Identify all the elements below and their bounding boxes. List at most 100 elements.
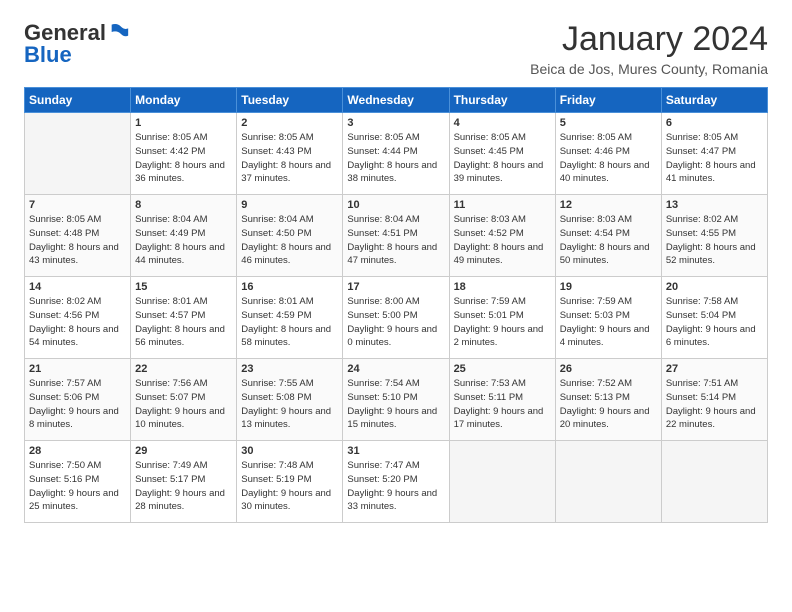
day-cell: 8 Sunrise: 8:04 AMSunset: 4:49 PMDaylight…: [131, 195, 237, 277]
day-info: Sunrise: 8:05 AMSunset: 4:44 PMDaylight:…: [347, 132, 437, 184]
calendar-table: SundayMondayTuesdayWednesdayThursdayFrid…: [24, 87, 768, 523]
col-header-thursday: Thursday: [449, 88, 555, 113]
day-cell: 15 Sunrise: 8:01 AMSunset: 4:57 PMDayligh…: [131, 277, 237, 359]
day-number: 30: [241, 445, 338, 457]
month-title: January 2024: [530, 20, 768, 59]
day-cell: 9 Sunrise: 8:04 AMSunset: 4:50 PMDaylight…: [237, 195, 343, 277]
day-info: Sunrise: 8:04 AMSunset: 4:49 PMDaylight:…: [135, 214, 225, 266]
day-number: 12: [560, 199, 657, 211]
day-number: 2: [241, 117, 338, 129]
day-number: 7: [29, 199, 126, 211]
col-header-saturday: Saturday: [661, 88, 767, 113]
day-info: Sunrise: 7:49 AMSunset: 5:17 PMDaylight:…: [135, 460, 225, 512]
day-number: 8: [135, 199, 232, 211]
day-cell: 7 Sunrise: 8:05 AMSunset: 4:48 PMDaylight…: [25, 195, 131, 277]
day-cell: 28 Sunrise: 7:50 AMSunset: 5:16 PMDayligh…: [25, 441, 131, 523]
day-number: 17: [347, 281, 444, 293]
day-cell: 6 Sunrise: 8:05 AMSunset: 4:47 PMDaylight…: [661, 113, 767, 195]
day-info: Sunrise: 8:01 AMSunset: 4:57 PMDaylight:…: [135, 296, 225, 348]
day-info: Sunrise: 7:58 AMSunset: 5:04 PMDaylight:…: [666, 296, 756, 348]
day-info: Sunrise: 8:03 AMSunset: 4:52 PMDaylight:…: [454, 214, 544, 266]
day-info: Sunrise: 7:59 AMSunset: 5:03 PMDaylight:…: [560, 296, 650, 348]
day-cell: 27 Sunrise: 7:51 AMSunset: 5:14 PMDayligh…: [661, 359, 767, 441]
day-info: Sunrise: 7:52 AMSunset: 5:13 PMDaylight:…: [560, 378, 650, 430]
logo: General Blue: [24, 20, 130, 68]
day-number: 20: [666, 281, 763, 293]
day-number: 16: [241, 281, 338, 293]
day-number: 29: [135, 445, 232, 457]
day-number: 23: [241, 363, 338, 375]
day-cell: 2 Sunrise: 8:05 AMSunset: 4:43 PMDaylight…: [237, 113, 343, 195]
day-cell: 14 Sunrise: 8:02 AMSunset: 4:56 PMDayligh…: [25, 277, 131, 359]
day-number: 13: [666, 199, 763, 211]
day-cell: 30 Sunrise: 7:48 AMSunset: 5:19 PMDayligh…: [237, 441, 343, 523]
day-info: Sunrise: 8:02 AMSunset: 4:55 PMDaylight:…: [666, 214, 756, 266]
week-row-3: 14 Sunrise: 8:02 AMSunset: 4:56 PMDayligh…: [25, 277, 768, 359]
day-cell: 25 Sunrise: 7:53 AMSunset: 5:11 PMDayligh…: [449, 359, 555, 441]
day-info: Sunrise: 8:05 AMSunset: 4:43 PMDaylight:…: [241, 132, 331, 184]
day-number: 28: [29, 445, 126, 457]
day-number: 5: [560, 117, 657, 129]
day-cell: [449, 441, 555, 523]
day-cell: 13 Sunrise: 8:02 AMSunset: 4:55 PMDayligh…: [661, 195, 767, 277]
day-number: 14: [29, 281, 126, 293]
week-row-5: 28 Sunrise: 7:50 AMSunset: 5:16 PMDayligh…: [25, 441, 768, 523]
day-cell: 29 Sunrise: 7:49 AMSunset: 5:17 PMDayligh…: [131, 441, 237, 523]
day-number: 3: [347, 117, 444, 129]
day-info: Sunrise: 7:53 AMSunset: 5:11 PMDaylight:…: [454, 378, 544, 430]
day-number: 22: [135, 363, 232, 375]
day-info: Sunrise: 7:54 AMSunset: 5:10 PMDaylight:…: [347, 378, 437, 430]
day-info: Sunrise: 7:55 AMSunset: 5:08 PMDaylight:…: [241, 378, 331, 430]
day-cell: 17 Sunrise: 8:00 AMSunset: 5:00 PMDayligh…: [343, 277, 449, 359]
day-info: Sunrise: 8:02 AMSunset: 4:56 PMDaylight:…: [29, 296, 119, 348]
day-info: Sunrise: 7:50 AMSunset: 5:16 PMDaylight:…: [29, 460, 119, 512]
title-block: January 2024 Beica de Jos, Mures County,…: [530, 20, 768, 77]
day-cell: 16Sunrise: 8:01 AMSunset: 4:59 PMDayligh…: [237, 277, 343, 359]
day-cell: 4 Sunrise: 8:05 AMSunset: 4:45 PMDaylight…: [449, 113, 555, 195]
day-info: Sunrise: 8:05 AMSunset: 4:48 PMDaylight:…: [29, 214, 119, 266]
week-row-2: 7 Sunrise: 8:05 AMSunset: 4:48 PMDaylight…: [25, 195, 768, 277]
day-info: Sunrise: 8:00 AMSunset: 5:00 PMDaylight:…: [347, 296, 437, 348]
day-number: 15: [135, 281, 232, 293]
col-header-wednesday: Wednesday: [343, 88, 449, 113]
day-number: 10: [347, 199, 444, 211]
col-header-tuesday: Tuesday: [237, 88, 343, 113]
day-number: 9: [241, 199, 338, 211]
day-info: Sunrise: 8:04 AMSunset: 4:51 PMDaylight:…: [347, 214, 437, 266]
location: Beica de Jos, Mures County, Romania: [530, 61, 768, 77]
day-number: 1: [135, 117, 232, 129]
day-number: 11: [454, 199, 551, 211]
day-cell: 22Sunrise: 7:56 AMSunset: 5:07 PMDayligh…: [131, 359, 237, 441]
day-info: Sunrise: 8:05 AMSunset: 4:46 PMDaylight:…: [560, 132, 650, 184]
col-header-friday: Friday: [555, 88, 661, 113]
day-cell: 1Sunrise: 8:05 AMSunset: 4:42 PMDaylight…: [131, 113, 237, 195]
day-cell: [555, 441, 661, 523]
day-info: Sunrise: 8:05 AMSunset: 4:47 PMDaylight:…: [666, 132, 756, 184]
day-cell: 18Sunrise: 7:59 AMSunset: 5:01 PMDayligh…: [449, 277, 555, 359]
day-cell: [25, 113, 131, 195]
day-number: 6: [666, 117, 763, 129]
day-number: 21: [29, 363, 126, 375]
header-row: SundayMondayTuesdayWednesdayThursdayFrid…: [25, 88, 768, 113]
day-info: Sunrise: 8:04 AMSunset: 4:50 PMDaylight:…: [241, 214, 331, 266]
day-cell: 31Sunrise: 7:47 AMSunset: 5:20 PMDayligh…: [343, 441, 449, 523]
day-number: 27: [666, 363, 763, 375]
day-cell: 26Sunrise: 7:52 AMSunset: 5:13 PMDayligh…: [555, 359, 661, 441]
day-cell: 5 Sunrise: 8:05 AMSunset: 4:46 PMDaylight…: [555, 113, 661, 195]
day-cell: 10 Sunrise: 8:04 AMSunset: 4:51 PMDayligh…: [343, 195, 449, 277]
day-info: Sunrise: 8:05 AMSunset: 4:45 PMDaylight:…: [454, 132, 544, 184]
day-number: 25: [454, 363, 551, 375]
day-number: 18: [454, 281, 551, 293]
day-cell: 24 Sunrise: 7:54 AMSunset: 5:10 PMDayligh…: [343, 359, 449, 441]
day-number: 4: [454, 117, 551, 129]
day-number: 19: [560, 281, 657, 293]
header: General Blue January 2024 Beica de Jos, …: [24, 20, 768, 77]
day-info: Sunrise: 7:48 AMSunset: 5:19 PMDaylight:…: [241, 460, 331, 512]
day-info: Sunrise: 8:03 AMSunset: 4:54 PMDaylight:…: [560, 214, 650, 266]
day-info: Sunrise: 7:51 AMSunset: 5:14 PMDaylight:…: [666, 378, 756, 430]
logo-icon: [108, 21, 130, 43]
day-number: 24: [347, 363, 444, 375]
day-info: Sunrise: 7:47 AMSunset: 5:20 PMDaylight:…: [347, 460, 437, 512]
day-cell: 3 Sunrise: 8:05 AMSunset: 4:44 PMDaylight…: [343, 113, 449, 195]
day-cell: [661, 441, 767, 523]
